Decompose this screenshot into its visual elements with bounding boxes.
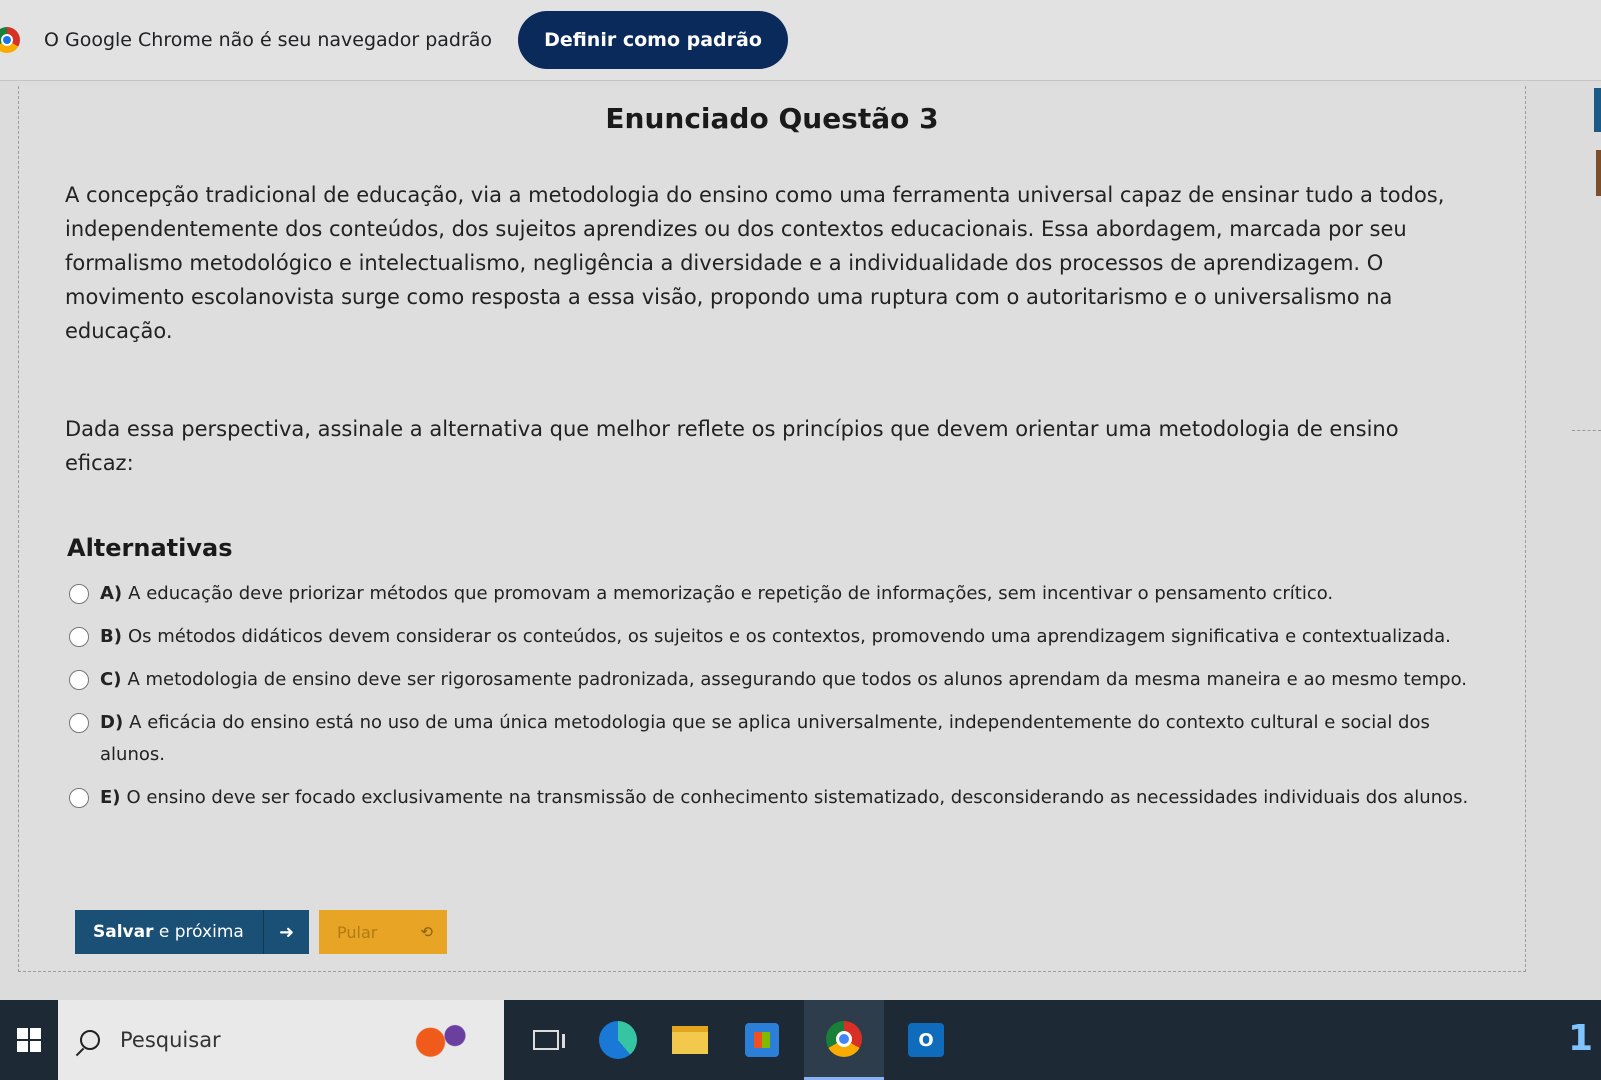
save-rest-text: e próxima xyxy=(153,922,244,942)
question-panel: Enunciado Questão 3 A concepção tradicio… xyxy=(18,86,1526,972)
alternative-a-letter: A) xyxy=(100,583,123,604)
clock-icon: ⟲ xyxy=(420,923,433,941)
search-placeholder: Pesquisar xyxy=(120,1028,221,1052)
store-button[interactable] xyxy=(732,1000,792,1080)
alternative-e-label: O ensino deve ser focado exclusivamente … xyxy=(126,787,1469,808)
skip-label: Pular xyxy=(337,922,378,942)
radio-e[interactable] xyxy=(69,788,89,808)
file-explorer-button[interactable] xyxy=(660,1000,720,1080)
alternative-d-text: D) A eficácia do ensino está no uso de um… xyxy=(100,707,1489,771)
alternative-e[interactable]: E) O ensino deve ser focado exclusivament… xyxy=(69,782,1489,814)
task-view-icon xyxy=(533,1030,565,1050)
chrome-taskbar-icon xyxy=(826,1020,862,1057)
radio-c[interactable] xyxy=(69,670,89,690)
alternative-a-text: A) A educação deve priorizar métodos que … xyxy=(100,578,1489,610)
question-paragraph-1: A concepção tradicional de educação, via… xyxy=(65,183,1445,343)
arrow-right-icon: ➜ xyxy=(263,910,309,954)
edge-divider xyxy=(1572,430,1601,431)
windows-taskbar: Pesquisar O 1 xyxy=(0,1000,1601,1080)
outlook-button[interactable]: O xyxy=(896,1000,956,1080)
edge-fragment-brown xyxy=(1596,150,1601,196)
action-buttons: Salvar e próxima ➜ Pular ⟲ xyxy=(75,910,447,954)
chrome-taskbar-button[interactable] xyxy=(804,1000,884,1080)
default-browser-infobar: O Google Chrome não é seu navegador padr… xyxy=(0,0,1601,81)
alternative-d[interactable]: D) A eficácia do ensino está no uso de um… xyxy=(69,707,1489,771)
alternatives-list: A) A educação deve priorizar métodos que … xyxy=(69,578,1489,825)
set-default-button[interactable]: Definir como padrão xyxy=(518,11,788,69)
search-icon xyxy=(80,1030,100,1050)
alternatives-title: Alternativas xyxy=(67,534,233,562)
edge-fragment-blue xyxy=(1594,88,1601,132)
edge-icon xyxy=(599,1021,637,1059)
alternative-c-label: A metodologia de ensino deve ser rigoros… xyxy=(127,669,1467,690)
screen: O Google Chrome não é seu navegador padr… xyxy=(0,0,1601,1080)
alternative-d-label: A eficácia do ensino está no uso de uma … xyxy=(100,712,1430,765)
alternative-b-letter: B) xyxy=(100,626,122,647)
windows-icon xyxy=(17,1028,41,1052)
radio-d[interactable] xyxy=(69,713,89,733)
alternative-e-text: E) O ensino deve ser focado exclusivament… xyxy=(100,782,1489,814)
question-title: Enunciado Questão 3 xyxy=(605,102,939,135)
skip-button[interactable]: Pular ⟲ xyxy=(319,910,447,954)
radio-b[interactable] xyxy=(69,627,89,647)
store-icon xyxy=(745,1023,779,1057)
alternative-e-letter: E) xyxy=(100,787,121,808)
edge-button[interactable] xyxy=(588,1000,648,1080)
outlook-icon: O xyxy=(908,1023,944,1057)
alternative-c-text: C) A metodologia de ensino deve ser rigor… xyxy=(100,664,1489,696)
task-view-button[interactable] xyxy=(516,1000,576,1080)
start-button[interactable] xyxy=(0,1000,58,1080)
save-bold-text: Salvar xyxy=(93,922,154,942)
alternative-b-label: Os métodos didáticos devem considerar os… xyxy=(127,626,1451,647)
radio-a[interactable] xyxy=(69,584,89,604)
alternative-a[interactable]: A) A educação deve priorizar métodos que … xyxy=(69,578,1489,610)
tray-clock-fragment: 1 xyxy=(1567,1018,1593,1059)
alternative-d-letter: D) xyxy=(100,712,124,733)
folder-icon xyxy=(672,1026,708,1054)
question-paragraph-2: Dada essa perspectiva, assinale a altern… xyxy=(65,417,1399,475)
taskbar-search[interactable]: Pesquisar xyxy=(58,1000,504,1080)
alternative-b[interactable]: B) Os métodos didáticos devem considerar … xyxy=(69,621,1489,653)
chrome-icon xyxy=(0,27,20,53)
search-highlight-icon xyxy=(406,1018,476,1062)
alternative-b-text: B) Os métodos didáticos devem considerar … xyxy=(100,621,1489,653)
alternative-a-label: A educação deve priorizar métodos que pr… xyxy=(128,583,1334,604)
save-next-label: Salvar e próxima xyxy=(75,922,263,942)
alternative-c[interactable]: C) A metodologia de ensino deve ser rigor… xyxy=(69,664,1489,696)
infobar-message: O Google Chrome não é seu navegador padr… xyxy=(44,29,493,51)
alternative-c-letter: C) xyxy=(100,669,122,690)
save-next-button[interactable]: Salvar e próxima ➜ xyxy=(75,910,309,954)
